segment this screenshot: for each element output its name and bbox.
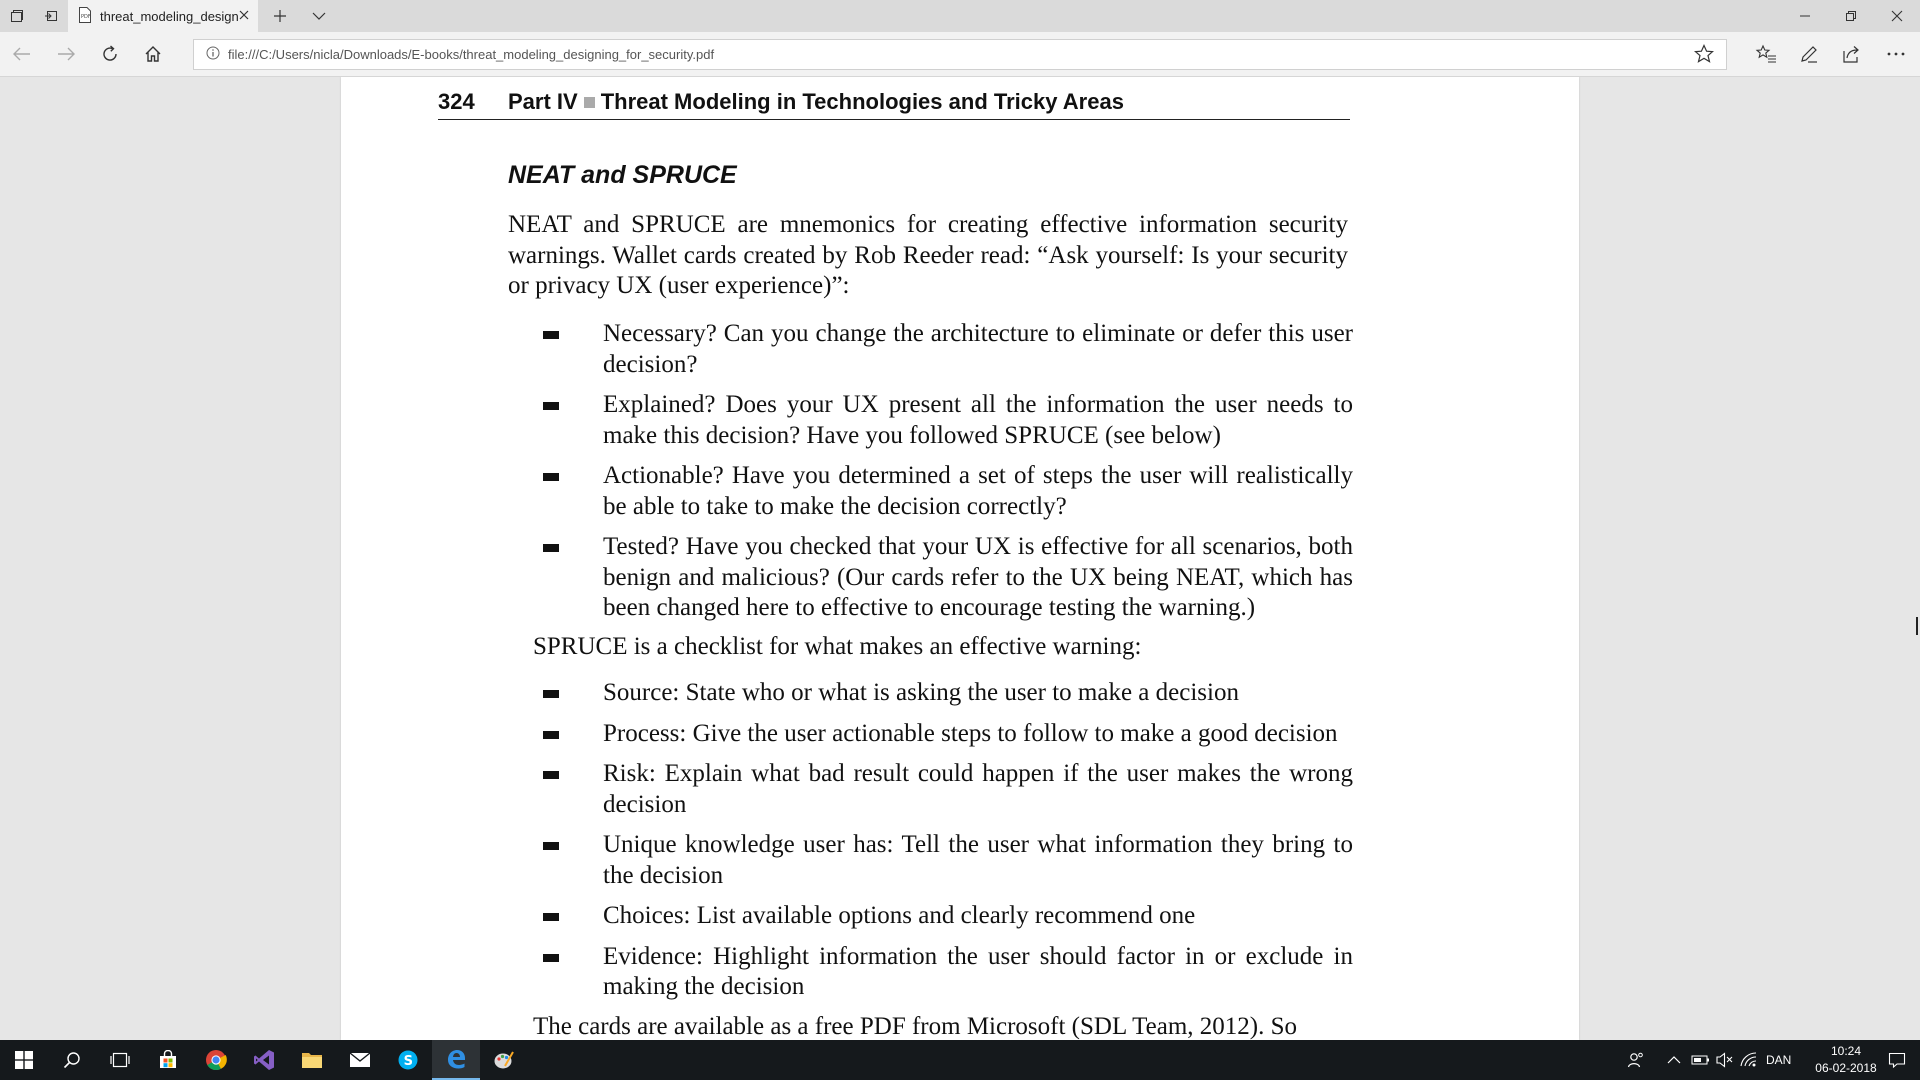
new-tab-icon[interactable] (258, 0, 302, 32)
address-bar[interactable]: file:///C:/Users/nicla/Downloads/E-books… (193, 39, 1727, 70)
mail-icon[interactable] (336, 1040, 384, 1080)
chrome-icon[interactable] (192, 1040, 240, 1080)
tab-active[interactable]: PDF threat_modeling_designi (68, 0, 258, 32)
edge-icon[interactable] (432, 1040, 480, 1080)
list-item-text: Actionable? Have you determined a set of… (603, 462, 1353, 520)
pdf-page: 324 Part IV Threat Modeling in Technologi… (341, 77, 1579, 1040)
bullet-square (543, 913, 559, 921)
list-item: Choices: List available options and clea… (543, 901, 1353, 932)
list-item-text: Tested? Have you checked that your UX is… (603, 533, 1353, 621)
scrollbar-thumb[interactable] (1916, 617, 1918, 635)
list-item: Actionable? Have you determined a set of… (543, 461, 1353, 522)
set-tabs-aside-icon[interactable] (34, 0, 68, 32)
url-text: file:///C:/Users/nicla/Downloads/E-books… (228, 47, 715, 62)
pdf-viewer[interactable]: 324 Part IV Threat Modeling in Technologi… (0, 77, 1920, 1040)
list-item-text: Choices: List available options and clea… (603, 902, 1196, 929)
forward-icon[interactable] (50, 38, 82, 70)
list-item-text: Explained? Does your UX present all the … (603, 391, 1353, 449)
bullet-square (543, 842, 559, 850)
list-item-text: Source: State who or what is asking the … (603, 679, 1239, 706)
tabs-aside-icon[interactable] (0, 0, 34, 32)
intro-paragraph: NEAT and SPRUCE are mnemonics for creati… (508, 211, 1348, 299)
task-view-icon[interactable] (96, 1040, 144, 1080)
bullet-square (543, 771, 559, 779)
favorites-hub-icon[interactable] (1750, 38, 1782, 70)
refresh-icon[interactable] (94, 38, 126, 70)
separator-square (583, 96, 595, 108)
list-item-text: Process: Give the user actionable steps … (603, 719, 1338, 747)
store-icon[interactable] (144, 1040, 192, 1080)
people-icon[interactable] (1616, 1040, 1656, 1080)
list-item: Tested? Have you checked that your UX is… (543, 532, 1353, 624)
action-center-icon[interactable] (1874, 1040, 1920, 1080)
close-window-icon[interactable] (1874, 0, 1920, 32)
list-item-text: Risk: Explain what bad result could happ… (603, 760, 1353, 818)
file-explorer-icon[interactable] (288, 1040, 336, 1080)
home-icon[interactable] (137, 38, 169, 70)
list-item-text: Necessary? Can you change the architectu… (603, 320, 1353, 378)
spruce-list: Source: State who or what is asking the … (543, 678, 1353, 1013)
more-menu-icon[interactable] (1880, 38, 1912, 70)
clock-time[interactable]: 10:24 (1816, 1044, 1876, 1058)
list-item: Explained? Does your UX present all the … (543, 390, 1353, 451)
navigation-bar: file:///C:/Users/nicla/Downloads/E-books… (0, 32, 1920, 77)
running-title: Part IV Threat Modeling in Technologies a… (508, 89, 1124, 115)
share-icon[interactable] (1836, 38, 1868, 70)
info-icon[interactable] (206, 46, 220, 63)
search-icon[interactable] (48, 1040, 96, 1080)
chapter-title: Threat Modeling in Technologies and Tric… (600, 89, 1124, 114)
running-head: 324 Part IV Threat Modeling in Technologi… (438, 89, 1350, 120)
back-icon[interactable] (6, 38, 38, 70)
neat-list: Necessary? Can you change the architectu… (543, 319, 1353, 634)
svg-text:S: S (404, 1054, 413, 1069)
tab-bar: PDF threat_modeling_designi (0, 0, 1920, 32)
bullet-square (543, 473, 559, 481)
input-language[interactable]: DAN (1766, 1053, 1791, 1067)
closing-paragraph: The cards are available as a free PDF fr… (533, 1013, 1297, 1040)
bullet-square (543, 331, 559, 339)
list-item: Necessary? Can you change the architectu… (543, 319, 1353, 380)
list-item-text: Unique knowledge user has: Tell the user… (603, 831, 1353, 889)
tab-title: threat_modeling_designi (100, 8, 238, 24)
svg-text:PDF: PDF (81, 14, 91, 20)
visual-studio-icon[interactable] (240, 1040, 288, 1080)
paint-app-icon[interactable] (480, 1040, 528, 1080)
minimize-icon[interactable] (1782, 0, 1828, 32)
restore-icon[interactable] (1828, 0, 1874, 32)
bullet-square (543, 690, 559, 698)
list-item-text: Evidence: Highlight information the user… (603, 942, 1353, 1001)
bullet-square (543, 953, 559, 962)
spruce-intro: SPRUCE is a checklist for what makes an … (533, 633, 1142, 660)
start-windows-icon[interactable] (0, 1040, 48, 1080)
bullet-square (543, 730, 559, 739)
taskbar: S DAN 10:24 06-02-2018 (0, 1040, 1920, 1080)
skype-icon[interactable]: S (384, 1040, 432, 1080)
list-item: Source: State who or what is asking the … (543, 678, 1353, 709)
list-item: Evidence: Highlight information the user… (543, 942, 1353, 1003)
tab-preview-chevron-icon[interactable] (302, 0, 336, 32)
list-item: Risk: Explain what bad result could happ… (543, 759, 1353, 820)
list-item: Unique knowledge user has: Tell the user… (543, 830, 1353, 891)
bullet-square (543, 544, 559, 552)
pdf-file-icon: PDF (78, 6, 92, 26)
favorite-star-icon[interactable] (1688, 38, 1720, 70)
part-label: Part IV (508, 89, 578, 114)
wifi-icon[interactable] (1732, 1040, 1766, 1080)
close-tab-icon[interactable] (238, 9, 250, 24)
bullet-square (543, 402, 559, 410)
web-note-pen-icon[interactable] (1793, 38, 1825, 70)
list-item: Process: Give the user actionable steps … (543, 719, 1353, 750)
section-heading: NEAT and SPRUCE (508, 161, 737, 189)
page-number: 324 (438, 89, 475, 114)
